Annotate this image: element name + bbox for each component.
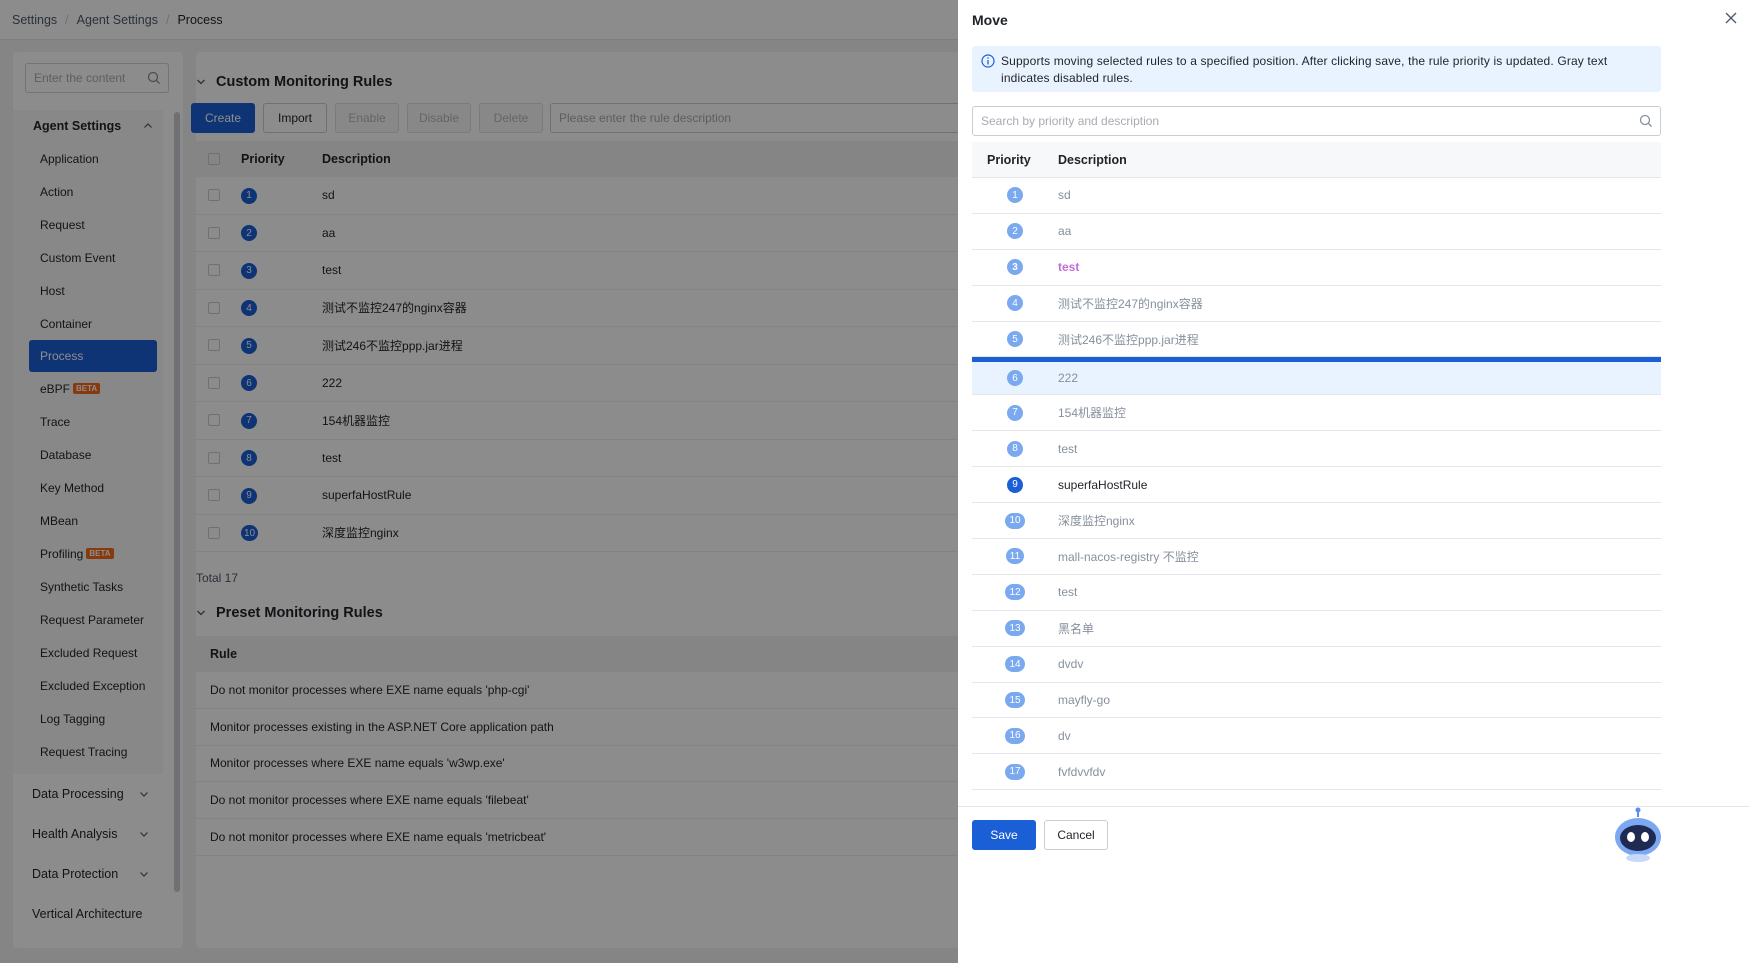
priority-cell: 3 <box>972 259 1058 276</box>
rule-row[interactable]: 8 test <box>972 431 1661 468</box>
priority-cell: 17 <box>972 763 1058 780</box>
priority-badge: 13 <box>1005 620 1025 637</box>
search-icon[interactable] <box>1639 114 1653 128</box>
priority-cell: 15 <box>972 692 1058 709</box>
priority-badge: 3 <box>1007 259 1023 276</box>
description-cell: 测试246不监控ppp.jar进程 <box>1058 332 1199 347</box>
priority-badge: 16 <box>1005 727 1025 744</box>
move-rules-table: Priority Description 1 sd 2 aa 3 test 4 测试不监控24… <box>972 142 1661 791</box>
description-cell: 222 <box>1058 371 1079 386</box>
description-cell: mall-nacos-registry 不监控 <box>1058 549 1199 564</box>
move-drawer: Move Supports moving selected rules to a… <box>958 0 1749 963</box>
cancel-button[interactable]: Cancel <box>1044 820 1108 850</box>
priority-cell: 14 <box>972 656 1058 673</box>
description-cell: test <box>1058 441 1078 456</box>
description-cell: dvdv <box>1058 657 1084 672</box>
priority-badge: 5 <box>1007 331 1023 347</box>
priority-cell: 6 <box>972 370 1058 387</box>
rule-row[interactable]: 9 superfaHostRule <box>972 467 1661 504</box>
description-cell: dv <box>1058 728 1071 743</box>
rule-row[interactable]: 14 dvdv <box>972 647 1661 683</box>
info-text: Supports moving selected rules to a spec… <box>1001 54 1608 85</box>
drawer-search-input[interactable]: Search by priority and description <box>972 106 1661 136</box>
rule-row[interactable]: 13 黑名单 <box>972 611 1661 647</box>
priority-badge: 8 <box>1007 440 1023 457</box>
description-cell: 测试不监控247的nginx容器 <box>1058 296 1203 311</box>
priority-badge: 14 <box>1005 656 1025 673</box>
priority-badge: 4 <box>1007 295 1023 312</box>
priority-badge: 17 <box>1005 763 1025 780</box>
priority-cell: 1 <box>972 187 1058 204</box>
rule-row[interactable]: 11 mall-nacos-registry 不监控 <box>972 539 1661 575</box>
assistant-robot-icon[interactable] <box>1612 807 1664 863</box>
rule-row[interactable]: 3 test <box>972 250 1661 286</box>
modal-overlay[interactable] <box>0 0 958 963</box>
priority-cell: 5 <box>972 331 1058 347</box>
priority-badge: 11 <box>1005 548 1025 565</box>
rule-row[interactable]: 10 深度监控nginx <box>972 503 1661 540</box>
rule-row[interactable]: 2 aa <box>972 214 1661 250</box>
rule-row[interactable]: 1 sd <box>972 178 1661 214</box>
rule-row[interactable]: 7 154机器监控 <box>972 395 1661 432</box>
priority-badge: 12 <box>1005 584 1025 601</box>
priority-badge: 10 <box>1005 512 1025 529</box>
priority-cell: 10 <box>972 512 1058 529</box>
selected-rule-row[interactable]: 6 222 <box>972 357 1661 396</box>
description-cell: mayfly-go <box>1058 693 1111 708</box>
close-icon[interactable] <box>1723 10 1739 26</box>
rule-row[interactable]: 15 mayfly-go <box>972 683 1661 719</box>
column-description: Description <box>1058 152 1127 167</box>
description-cell: 深度监控nginx <box>1058 514 1135 529</box>
priority-cell: 12 <box>972 584 1058 601</box>
drawer-search-placeholder: Search by priority and description <box>981 114 1160 128</box>
table-header: Priority Description <box>972 142 1661 178</box>
rule-row[interactable]: 16 dv <box>972 718 1661 755</box>
description-cell: sd <box>1058 188 1071 203</box>
column-priority: Priority <box>987 152 1031 167</box>
priority-badge: 1 <box>1007 187 1023 204</box>
priority-cell: 13 <box>972 620 1058 637</box>
description-cell: fvfdvvfdv <box>1058 764 1106 779</box>
drawer-footer: Save Cancel <box>958 806 1749 963</box>
description-cell: 154机器监控 <box>1058 406 1127 421</box>
rule-row[interactable]: 5 测试246不监控ppp.jar进程 <box>972 322 1661 358</box>
priority-badge: 2 <box>1007 223 1023 240</box>
description-cell: test <box>1058 585 1078 600</box>
priority-badge: 9 <box>1007 476 1023 493</box>
info-alert: Supports moving selected rules to a spec… <box>972 46 1661 92</box>
rule-row[interactable]: 17 fvfdvvfdv <box>972 754 1661 791</box>
priority-badge: 7 <box>1007 404 1023 421</box>
description-cell: superfaHostRule <box>1058 477 1148 492</box>
priority-cell: 9 <box>972 476 1058 493</box>
priority-badge: 15 <box>1005 692 1025 709</box>
description-cell: test <box>1058 260 1080 275</box>
priority-cell: 16 <box>972 727 1058 744</box>
priority-cell: 8 <box>972 440 1058 457</box>
drawer-title: Move <box>972 12 1008 28</box>
description-cell: aa <box>1058 224 1072 239</box>
priority-badge: 6 <box>1007 370 1023 387</box>
info-icon <box>981 54 995 68</box>
priority-cell: 11 <box>972 548 1058 565</box>
priority-cell: 7 <box>972 404 1058 421</box>
rule-row[interactable]: 4 测试不监控247的nginx容器 <box>972 286 1661 322</box>
description-cell: 黑名单 <box>1058 621 1095 636</box>
priority-cell: 2 <box>972 223 1058 240</box>
priority-cell: 4 <box>972 295 1058 312</box>
rule-row[interactable]: 12 test <box>972 575 1661 611</box>
save-button[interactable]: Save <box>972 820 1036 850</box>
